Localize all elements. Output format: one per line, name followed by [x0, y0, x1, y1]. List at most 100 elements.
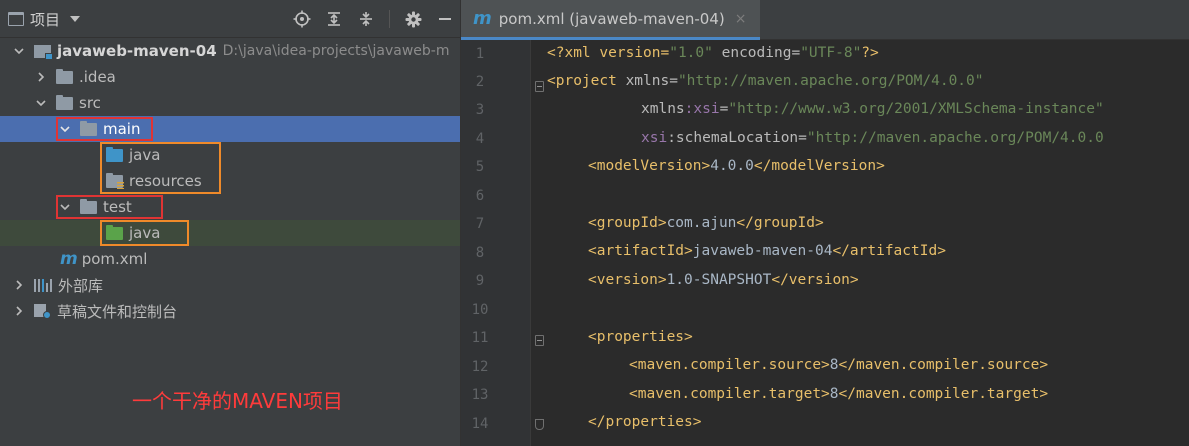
line-number: 13 [471, 387, 489, 403]
xml-text: 8 [829, 357, 839, 373]
xml-text: javaweb-maven-04 [692, 243, 833, 259]
scratch-icon [34, 303, 51, 319]
project-panel-toolbar [293, 0, 454, 38]
xml-declaration-end: ?> [861, 45, 879, 61]
xml-tag: </properties> [588, 414, 702, 430]
project-path: D:\java\idea-projects\javaweb-m [222, 43, 450, 59]
fold-marker-icon[interactable] [535, 81, 544, 92]
chevron-right-icon[interactable] [12, 304, 26, 318]
project-panel-header: 项目 [0, 0, 460, 38]
folder-icon [56, 94, 73, 110]
tree-item-main-java[interactable]: java [0, 142, 460, 168]
maven-icon: m [473, 8, 492, 29]
annotation-caption: 一个干净的MAVEN项目 [132, 389, 343, 413]
code-line-9[interactable]: <version>1.0-SNAPSHOT</version> [588, 272, 859, 288]
line-number: 12 [471, 359, 489, 375]
chevron-down-icon[interactable] [58, 122, 72, 136]
code-line-11[interactable]: <properties> [588, 329, 693, 345]
xml-attr: :schemaLocation [667, 130, 799, 146]
xml-tag: <properties> [588, 329, 693, 345]
code-line-2[interactable]: <project xmlns="http://maven.apache.org/… [547, 73, 984, 89]
line-number: 2 [475, 74, 485, 90]
line-number: 14 [471, 416, 489, 432]
tree-item-label: java [129, 224, 161, 242]
tab-pom-xml[interactable]: m pom.xml (javaweb-maven-04) × [461, 0, 761, 40]
chevron-right-icon[interactable] [12, 278, 26, 292]
locate-icon[interactable] [293, 10, 311, 28]
xml-tag: </maven.compiler.source> [838, 357, 1049, 373]
project-folder-icon [34, 44, 53, 60]
collapse-all-icon[interactable] [357, 10, 375, 28]
folder-icon [80, 120, 97, 136]
line-number: 7 [475, 216, 485, 232]
line-number: 3 [475, 102, 485, 118]
xml-tag: <modelVersion> [588, 158, 711, 174]
project-view-selector[interactable]: 项目 [8, 0, 81, 38]
tree-item-label: javaweb-maven-04 [57, 42, 217, 60]
code-line-3[interactable]: xmlns:xsi="http://www.w3.org/2001/XMLSch… [641, 101, 1104, 117]
xml-attr: xmlns [641, 101, 685, 117]
toolbar-divider [389, 10, 390, 28]
tree-item-pom[interactable]: m pom.xml [0, 246, 460, 272]
library-icon [34, 278, 53, 292]
xml-tag: </artifactId> [832, 243, 946, 259]
editor-area: m pom.xml (javaweb-maven-04) × 1 2 3 4 5… [460, 0, 1189, 446]
minimize-icon[interactable] [436, 10, 454, 28]
test-folder-icon [106, 224, 123, 240]
code-line-13[interactable]: <maven.compiler.target>8</maven.compiler… [629, 386, 1048, 402]
code-line-4[interactable]: xsi:schemaLocation="http://maven.apache.… [641, 130, 1104, 146]
gear-icon[interactable] [404, 10, 422, 28]
folder-icon [80, 198, 97, 214]
code-line-1[interactable]: <?xml version="1.0" encoding="UTF-8"?> [547, 45, 879, 61]
tab-label: pom.xml (javaweb-maven-04) [498, 9, 725, 28]
line-number: 9 [475, 273, 485, 289]
xml-attr: = [719, 101, 729, 117]
code-line-12[interactable]: <maven.compiler.source>8</maven.compiler… [629, 357, 1048, 373]
tree-item-label: main [103, 120, 141, 138]
fold-end-icon[interactable] [535, 419, 544, 430]
xml-string: "http://maven.apache.org/POM/4.0.0" [677, 73, 984, 89]
chevron-down-icon[interactable] [12, 44, 26, 58]
chevron-down-icon[interactable] [34, 96, 48, 110]
source-folder-icon [106, 146, 123, 162]
folder-icon [56, 68, 73, 84]
xml-namespace: xsi [641, 130, 668, 146]
xml-tag: <artifactId> [588, 243, 693, 259]
close-icon[interactable]: × [735, 11, 747, 27]
tree-item-label: .idea [79, 68, 116, 86]
tree-item-idea[interactable]: .idea [0, 64, 460, 90]
line-number: 11 [471, 330, 489, 346]
tree-item-label: java [129, 146, 161, 164]
expand-all-icon[interactable] [325, 10, 343, 28]
tree-item-external-libraries[interactable]: 外部库 [0, 272, 460, 298]
xml-string: "1.0" [669, 45, 713, 61]
line-number: 4 [475, 131, 485, 147]
tree-item-src[interactable]: src [0, 90, 460, 116]
chevron-right-icon[interactable] [34, 70, 48, 84]
project-tool-window: 项目 javaweb-maven-04 D:\java\idea-project… [0, 0, 460, 446]
xml-string: "http://maven.apache.org/POM/4.0.0 [806, 130, 1104, 146]
tree-item-label: 草稿文件和控制台 [57, 302, 178, 321]
xml-tag: </version> [771, 272, 859, 288]
code-line-8[interactable]: <artifactId>javaweb-maven-04</artifactId… [588, 243, 946, 259]
tree-item-main[interactable]: main [0, 116, 460, 142]
line-number: 1 [475, 46, 485, 62]
tree-item-scratches[interactable]: 草稿文件和控制台 [0, 298, 460, 324]
line-number: 8 [475, 245, 485, 261]
fold-marker-icon[interactable] [535, 335, 544, 346]
tree-item-label: src [79, 94, 101, 112]
line-number: 6 [475, 188, 485, 204]
chevron-down-icon[interactable] [58, 200, 72, 214]
tree-item-test-java[interactable]: java [0, 220, 460, 246]
xml-tag: <maven.compiler.target> [629, 386, 830, 402]
line-number: 10 [471, 302, 489, 318]
resources-folder-icon [106, 172, 124, 189]
code-line-5[interactable]: <modelVersion>4.0.0</modelVersion> [588, 158, 885, 174]
tree-item-project-root[interactable]: javaweb-maven-04 D:\java\idea-projects\j… [0, 38, 460, 64]
tree-item-resources[interactable]: resources [0, 168, 460, 194]
code-line-7[interactable]: <groupId>com.ajun</groupId> [588, 215, 824, 231]
tree-item-test[interactable]: test [0, 194, 460, 220]
xml-text: 1.0-SNAPSHOT [666, 272, 772, 288]
tree-item-label: resources [129, 172, 202, 190]
code-line-14[interactable]: </properties> [588, 414, 702, 430]
